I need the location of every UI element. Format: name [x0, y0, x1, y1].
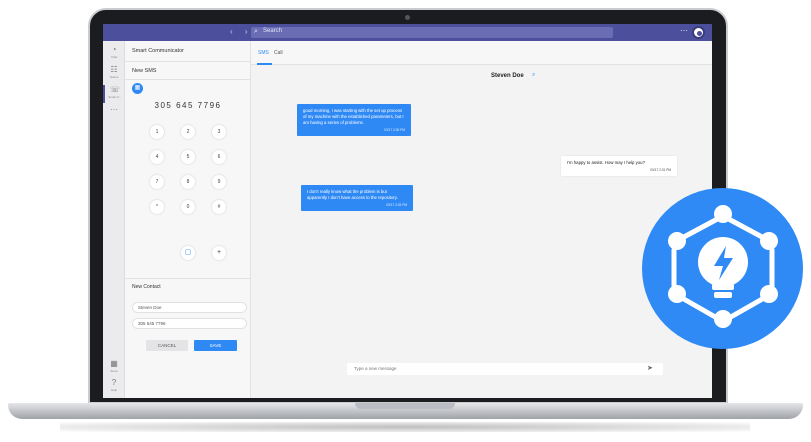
key-hash[interactable]: #	[212, 200, 226, 214]
nav-arrows[interactable]: ‹ ›	[230, 27, 253, 36]
laptop-mockup: ‹ › ⌕ Search ··· ◔ Chat ☷ Teams ☏ Smart …	[0, 0, 811, 442]
rail-item-teams[interactable]: ☷ Teams	[103, 65, 125, 83]
save-button[interactable]: SAVE	[194, 340, 237, 351]
key-3[interactable]: 3	[212, 125, 226, 139]
laptop-notch	[355, 403, 455, 409]
message-time: 03/17 2:31 PM	[650, 168, 671, 172]
panel-title: Smart Communicator	[132, 48, 184, 54]
more-icon: ···	[110, 105, 118, 114]
new-contact-title: New Contact	[132, 284, 161, 290]
key-star[interactable]: *	[150, 200, 164, 214]
rail-item-label: Teams	[109, 75, 119, 79]
top-bar: ‹ › ⌕ Search ···	[103, 24, 712, 41]
divider	[125, 61, 251, 62]
divider	[125, 79, 251, 80]
key-0[interactable]: 0	[181, 200, 195, 214]
search-icon: ⌕	[254, 28, 258, 35]
camera-icon	[405, 15, 410, 20]
key-7[interactable]: 7	[150, 175, 164, 189]
key-8[interactable]: 8	[181, 175, 195, 189]
message-icon[interactable]: ▢	[181, 246, 195, 260]
message-bubble-incoming: I don't really know what the problem is …	[301, 185, 413, 211]
rail-item-label: Help	[110, 388, 118, 392]
send-icon[interactable]: ➤	[647, 363, 653, 375]
rail-item-label: Store	[110, 369, 118, 373]
panel-subtitle: New SMS	[132, 68, 157, 74]
active-tab-indicator	[257, 63, 272, 65]
rail-item-label: Chat	[110, 55, 118, 59]
avatar[interactable]	[692, 26, 705, 39]
app-rail: ◔ Chat ☷ Teams ☏ Smart C... ··· ▦ Store …	[103, 41, 125, 398]
teams-icon: ☷	[110, 65, 118, 74]
cancel-button[interactable]: CANCEL	[146, 340, 188, 351]
tab-call[interactable]: Call	[274, 50, 283, 56]
conversation-tabs: SMS Call	[251, 41, 712, 65]
key-5[interactable]: 5	[181, 150, 195, 164]
more-options-icon[interactable]: ···	[680, 26, 688, 35]
contact-name-field[interactable]: Steven Doe	[132, 302, 247, 313]
key-4[interactable]: 4	[150, 150, 164, 164]
apps-icon: ▦	[110, 359, 118, 368]
rail-item-help[interactable]: ? Help	[103, 378, 125, 396]
key-2[interactable]: 2	[181, 125, 195, 139]
lightbulb-network-logo	[642, 188, 803, 349]
key-9[interactable]: 9	[212, 175, 226, 189]
contact-number-field[interactable]: 305 645 7796	[132, 318, 247, 329]
tab-sms[interactable]: SMS	[258, 50, 269, 56]
message-time: 03/17 2:33 PM	[386, 203, 407, 207]
message-bubble-outgoing: I'm happy to assist. How may I help you?…	[561, 156, 677, 176]
lightbulb-network-icon	[668, 205, 778, 328]
dialed-number[interactable]: 305 645 7796	[125, 101, 251, 110]
message-bubble-incoming: good morning, I was starting with the se…	[297, 104, 411, 136]
rail-item-store[interactable]: ▦ Store	[103, 359, 125, 377]
message-text: I don't really know what the problem is …	[307, 189, 398, 200]
calls-icon: ☏	[109, 85, 120, 94]
rail-item-more[interactable]: ···	[103, 105, 125, 123]
message-text: good morning, I was starting with the se…	[303, 108, 404, 125]
message-time: 03/17 2:30 PM	[384, 128, 405, 132]
key-1[interactable]: 1	[150, 125, 164, 139]
app-window: ‹ › ⌕ Search ··· ◔ Chat ☷ Teams ☏ Smart …	[103, 24, 712, 398]
search-bar[interactable]: ⌕ Search	[251, 27, 613, 38]
dial-actions: ▢ +	[125, 246, 251, 260]
search-input[interactable]: Search	[263, 28, 282, 34]
message-input[interactable]: Type a new message	[347, 363, 663, 375]
rail-item-label: Smart C...	[108, 95, 122, 99]
add-icon[interactable]: +	[212, 246, 226, 260]
key-6[interactable]: 6	[212, 150, 226, 164]
conversation-contact-name: Steven Doe	[491, 73, 524, 79]
message-text: I'm happy to assist. How may I help you?	[567, 160, 645, 165]
dialpad-icon[interactable]: ▦	[132, 83, 143, 94]
search-icon[interactable]: ⌕	[532, 72, 535, 79]
activity-icon: ◔	[111, 45, 117, 54]
rail-item-chat[interactable]: ◔ Chat	[103, 45, 125, 63]
dialer-panel: Smart Communicator New SMS ▦ 305 645 779…	[125, 41, 251, 398]
laptop-shadow	[60, 422, 750, 432]
rail-item-smart-communicator[interactable]: ☏ Smart C...	[103, 85, 125, 103]
help-icon: ?	[111, 378, 117, 387]
divider	[125, 278, 251, 279]
